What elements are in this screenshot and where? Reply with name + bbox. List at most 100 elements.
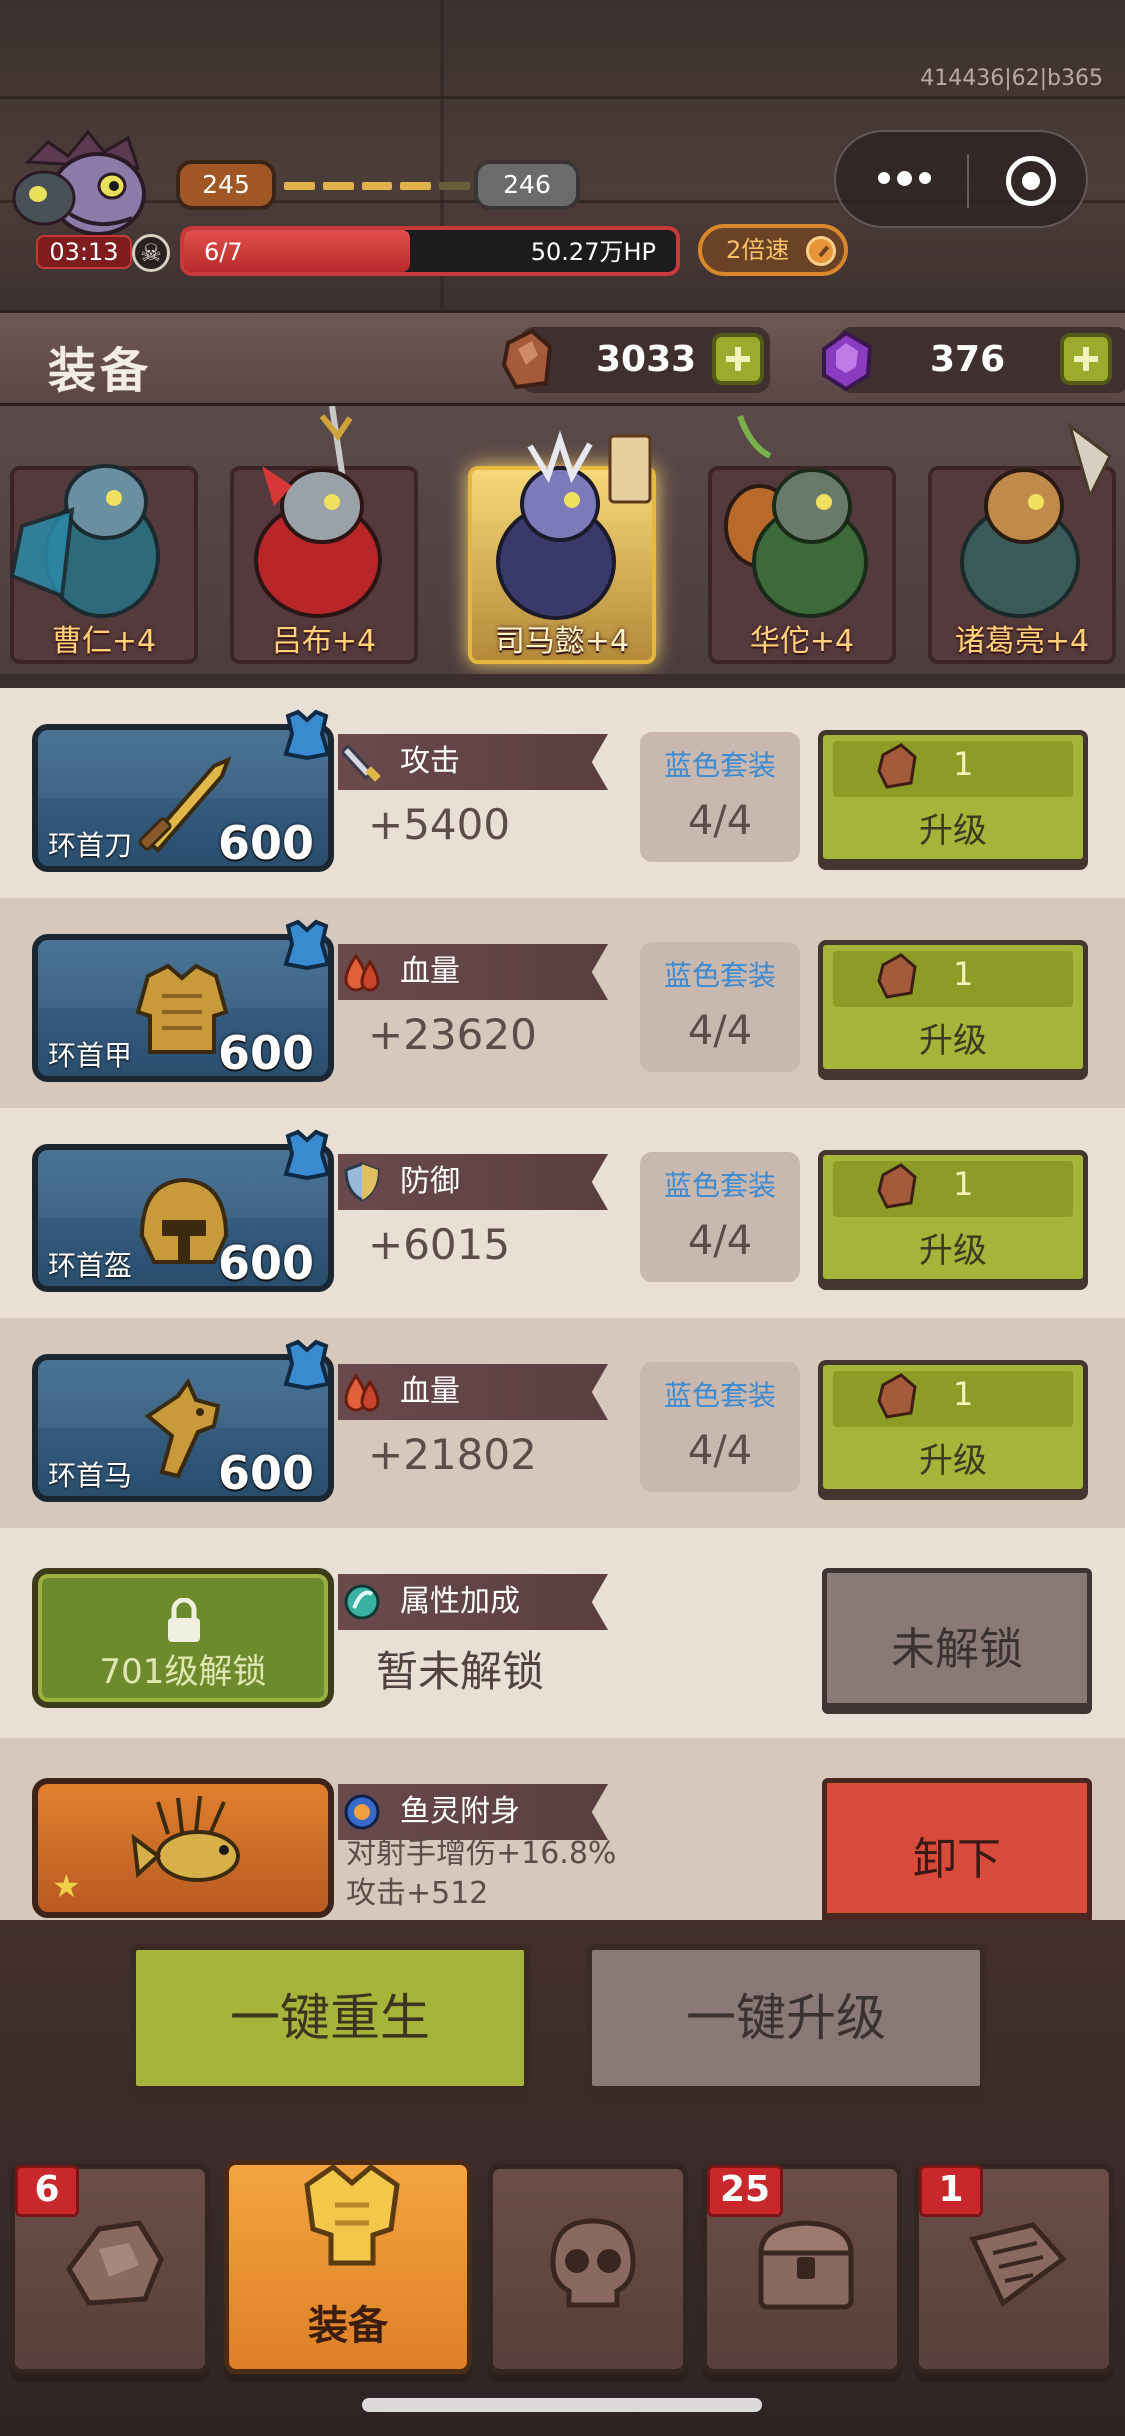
upgrade-button[interactable]: 1 升级 bbox=[818, 1150, 1088, 1284]
map-scroll-icon bbox=[969, 2222, 1067, 2307]
equipment-card[interactable]: 环首甲 600 bbox=[32, 919, 334, 1082]
blue-set-badge-icon bbox=[283, 709, 331, 761]
upgrade-button[interactable]: 1 升级 bbox=[818, 1360, 1088, 1494]
level-progress-dot bbox=[322, 182, 354, 190]
copper-ore-icon bbox=[877, 953, 917, 999]
skull-icon bbox=[550, 2218, 636, 2308]
locked-slot-card[interactable]: 701级解锁 bbox=[32, 1568, 334, 1708]
stat-value: +23620 bbox=[368, 1010, 537, 1059]
upgrade-all-button[interactable]: 一键升级 bbox=[586, 1944, 986, 2092]
blood-icon bbox=[344, 953, 380, 992]
locked-button-label: 未解锁 bbox=[891, 1624, 1023, 1675]
level-progress-dot bbox=[284, 182, 315, 190]
level-progress-dots bbox=[284, 182, 470, 190]
copper-ore-icon bbox=[877, 1163, 917, 1209]
equipment-name: 环首刀 bbox=[48, 829, 133, 862]
build-id-text: 414436|62|b365 bbox=[920, 66, 1103, 91]
hero-slot-huatuo[interactable]: 华佗+4 bbox=[700, 406, 904, 674]
blue-set-badge-icon bbox=[283, 1339, 331, 1391]
lock-icon bbox=[168, 1598, 200, 1642]
hero-portrait bbox=[496, 430, 652, 620]
hero-selector: 曹仁+4 吕布+4 司马懿+4 华佗+4 诸葛亮+4 bbox=[0, 406, 1125, 686]
divider bbox=[0, 674, 1125, 688]
copper-ore-icon bbox=[501, 328, 553, 390]
boss-hp-bar: 6/7 50.27万HP bbox=[180, 226, 680, 276]
stat-value: +21802 bbox=[368, 1430, 537, 1479]
page-title: 装备 bbox=[48, 343, 153, 399]
hero-slot-zhugeliang[interactable]: 诸葛亮+4 bbox=[920, 406, 1124, 674]
equipment-row-helmet: 环首盔 600 防御 +6015 蓝色套装 4/4 1 升级 bbox=[0, 1108, 1125, 1318]
set-count: 4/4 bbox=[687, 1428, 753, 1474]
pet-slot-row: ★ 鱼灵附身 对射手增伤+16.8% 攻击+512 卸下 bbox=[0, 1738, 1125, 1920]
close-target-icon[interactable] bbox=[1006, 156, 1056, 206]
lionfish-icon bbox=[131, 1795, 240, 1882]
nav-tab-chest[interactable]: 25 bbox=[702, 2164, 902, 2374]
nav-tab-equipment[interactable]: 装备 bbox=[224, 2160, 472, 2374]
equipment-list[interactable]: 环首刀 600 攻击 +5400 蓝色套装 4/4 1 升级 环首甲 600 血… bbox=[0, 688, 1125, 1920]
home-indicator[interactable] bbox=[362, 2398, 762, 2412]
nav-tab-scroll[interactable]: 1 bbox=[914, 2164, 1114, 2374]
star-icon: ★ bbox=[52, 1867, 81, 1905]
add-copper-button[interactable] bbox=[712, 333, 764, 385]
stat-tag: 攻击 bbox=[338, 734, 608, 790]
equipment-level: 600 bbox=[217, 1446, 314, 1500]
set-info: 蓝色套装 4/4 bbox=[640, 732, 800, 862]
set-count: 4/4 bbox=[687, 1008, 753, 1054]
upgrade-label: 升级 bbox=[919, 1441, 987, 1481]
hero-name: 司马懿+4 bbox=[494, 624, 630, 659]
speed-toggle-button[interactable]: 2倍速 bbox=[698, 224, 848, 276]
copper-ore-icon bbox=[877, 743, 917, 789]
boss-hp-total: 50.27万HP bbox=[530, 238, 656, 266]
rebirth-all-label: 一键重生 bbox=[230, 1989, 430, 2047]
stat-tag: 血量 bbox=[338, 1364, 608, 1420]
hero-name: 诸葛亮+4 bbox=[954, 624, 1090, 659]
set-info: 蓝色套装 4/4 bbox=[640, 1362, 800, 1492]
rebirth-all-button[interactable]: 一键重生 bbox=[130, 1944, 530, 2092]
hero-slot-lvbu[interactable]: 吕布+4 bbox=[222, 406, 426, 674]
blue-set-badge-icon bbox=[283, 919, 331, 971]
purple-gem-icon bbox=[822, 330, 873, 392]
pet-card[interactable]: ★ bbox=[32, 1778, 334, 1918]
blood-icon bbox=[344, 1373, 380, 1412]
treasure-chest-icon bbox=[758, 2220, 854, 2310]
stat-tag: 鱼灵附身 bbox=[338, 1784, 608, 1840]
add-purple-button[interactable] bbox=[1060, 333, 1112, 385]
upgrade-label: 升级 bbox=[919, 1231, 987, 1271]
equipment-card[interactable]: 环首马 600 bbox=[32, 1339, 334, 1502]
hero-name: 吕布+4 bbox=[271, 624, 377, 659]
set-name: 蓝色套装 bbox=[663, 1169, 776, 1202]
nav-tab-ore[interactable]: 6 bbox=[10, 2164, 210, 2374]
upgrade-button[interactable]: 1 升级 bbox=[818, 730, 1088, 864]
miniprogram-capsule bbox=[834, 130, 1088, 228]
level-progress-dot bbox=[361, 182, 393, 190]
stat-label: 防御 bbox=[400, 1164, 460, 1199]
level-progress-dot bbox=[439, 182, 470, 190]
stat-value: +5400 bbox=[368, 800, 511, 849]
locked-button[interactable]: 未解锁 bbox=[822, 1568, 1092, 1708]
equipment-name: 环首马 bbox=[48, 1459, 133, 1492]
unequip-button[interactable]: 卸下 bbox=[822, 1778, 1092, 1918]
equipment-row-armor: 环首甲 600 血量 +23620 蓝色套装 4/4 1 升级 bbox=[0, 898, 1125, 1108]
attribute-value: 暂未解锁 bbox=[376, 1647, 545, 1696]
equipment-card[interactable]: 环首刀 600 bbox=[32, 709, 334, 872]
ore-icon bbox=[66, 2220, 164, 2306]
equipment-header: 装备 3033 376 bbox=[0, 310, 1125, 406]
boss-status-bar: 414436|62|b365 03:13 ☠ 245 246 6/7 50.27… bbox=[0, 0, 1125, 310]
sword-icon bbox=[342, 743, 381, 782]
equipment-name: 环首盔 bbox=[48, 1249, 133, 1282]
set-name: 蓝色套装 bbox=[663, 959, 776, 992]
hero-name: 华佗+4 bbox=[749, 624, 855, 659]
boss-avatar[interactable] bbox=[8, 122, 168, 252]
attribute-slot-row: 701级解锁 属性加成 暂未解锁 未解锁 bbox=[0, 1528, 1125, 1738]
set-info: 蓝色套装 4/4 bbox=[640, 1152, 800, 1282]
hero-slot-caoren[interactable]: 曹仁+4 bbox=[2, 406, 206, 674]
golden-armor-icon bbox=[304, 2163, 400, 2266]
wood-plank-line bbox=[0, 96, 1125, 99]
stat-tag: 属性加成 bbox=[338, 1574, 608, 1630]
hero-slot-simayi[interactable]: 司马懿+4 bbox=[460, 406, 664, 674]
nav-tab-skull[interactable] bbox=[488, 2164, 688, 2374]
equipment-level: 600 bbox=[217, 816, 314, 870]
equipment-card[interactable]: 环首盔 600 bbox=[32, 1129, 334, 1292]
upgrade-button[interactable]: 1 升级 bbox=[818, 940, 1088, 1074]
more-options-icon[interactable] bbox=[874, 158, 934, 198]
